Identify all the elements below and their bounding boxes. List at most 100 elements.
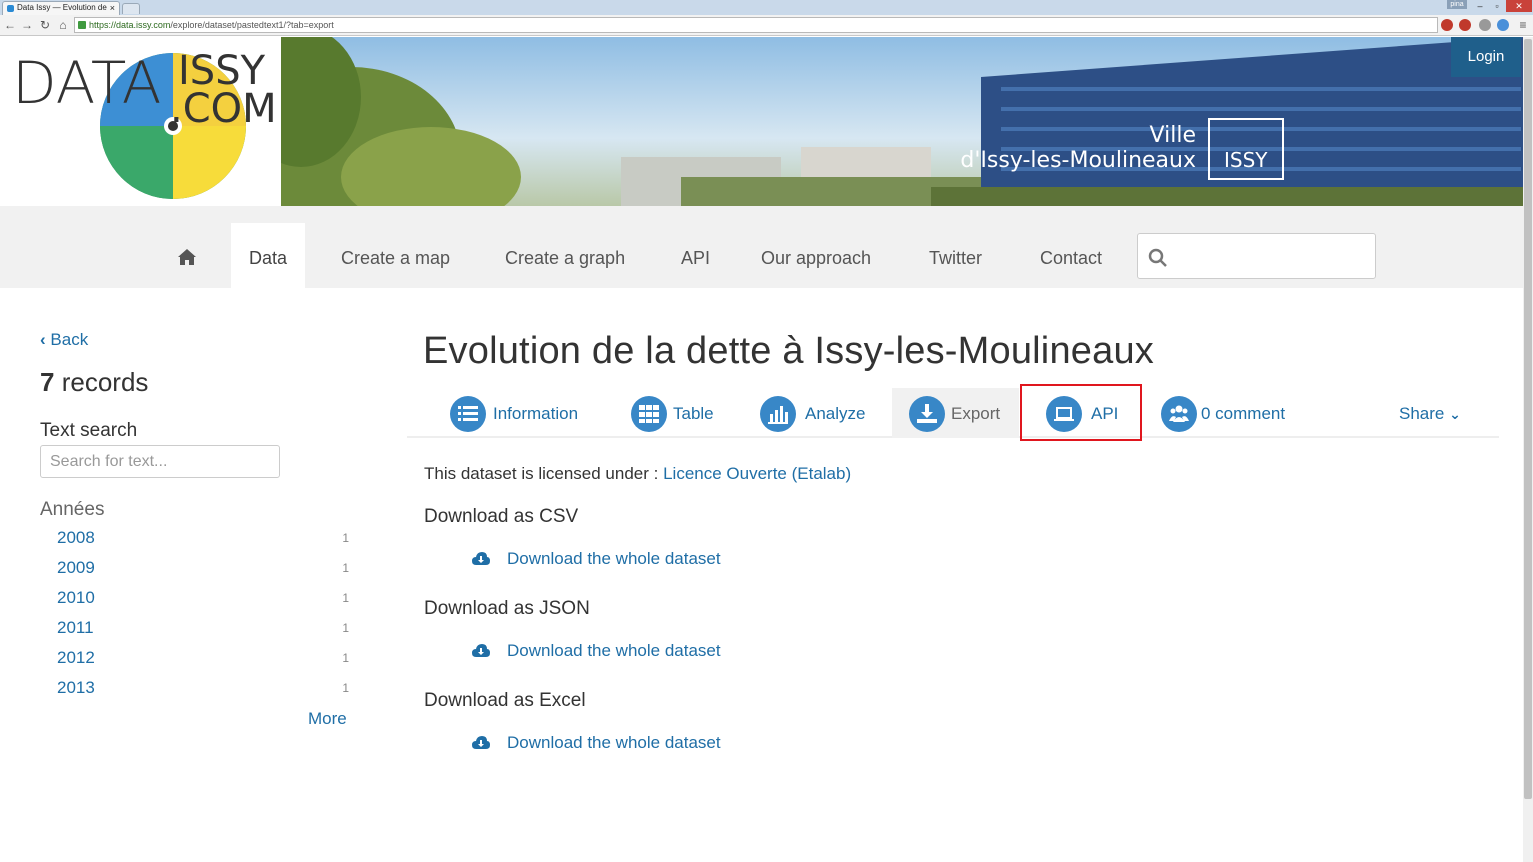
browser-toolbar: ← → ↻ ⌂ https://data.issy.com/explore/da… [0,15,1533,36]
facet-item[interactable]: 2009 1 [57,558,352,588]
main-navbar: Data Create a map Create a graph API Our… [0,206,1523,288]
share-dropdown[interactable]: Share ⌄ [1399,388,1474,438]
browser-tabstrip: Data Issy — Evolution de × pina – ▫ ✕ [0,0,1533,15]
site-search-input[interactable] [1137,233,1376,279]
records-label: records [61,367,149,397]
nav-twitter[interactable]: Twitter [929,223,982,288]
login-button[interactable]: Login [1451,37,1521,77]
facet-label: 2012 [57,648,95,667]
close-tab-icon[interactable]: × [110,2,115,14]
lock-icon [78,21,86,29]
reload-icon[interactable]: ↻ [38,18,52,32]
facet-item[interactable]: 2011 1 [57,618,352,648]
facet-count: 1 [342,681,349,695]
page-scrollbar[interactable] [1523,37,1533,862]
adblock-extension-icon[interactable] [1459,19,1471,31]
forward-arrow-icon[interactable]: → [20,18,34,32]
list-icon [450,396,486,432]
favicon-icon [7,5,14,12]
banner-issy-mark: ISSY [1224,148,1268,172]
new-tab-button[interactable] [122,3,140,14]
jb-extension-icon[interactable] [1497,19,1509,31]
search-icon [1148,248,1167,267]
menu-icon[interactable]: ≡ [1516,18,1530,32]
facet-item[interactable]: 2010 1 [57,588,352,618]
browser-home-icon[interactable]: ⌂ [56,18,70,32]
data-issy-logo-icon: DATA ISSY .COM [12,48,277,199]
chevron-down-icon: ⌄ [1449,406,1461,422]
facet-more-link[interactable]: More [308,709,347,729]
tab-table[interactable]: Table [631,388,741,438]
download-excel-label: Download the whole dataset [507,733,721,752]
text-search-label: Text search [40,420,138,441]
city-banner-illustration: Ville d'Issy-les-Moulineaux ISSY [281,37,1523,206]
logo-text-data: DATA [12,49,161,117]
facet-label: 2008 [57,528,95,547]
download-excel-title: Download as Excel [424,690,586,711]
back-arrow-icon[interactable]: ← [3,18,17,32]
minimize-icon[interactable]: – [1472,0,1488,12]
facet-title-annees: Années [40,499,105,520]
header-banner: Ville d'Issy-les-Moulineaux ISSY [281,37,1523,206]
records-number: 7 [40,367,55,397]
back-link[interactable]: ‹ Back [40,330,88,350]
browser-tab[interactable]: Data Issy — Evolution de × [2,1,120,15]
window-close-icon[interactable]: ✕ [1506,0,1532,12]
nav-create-map[interactable]: Create a map [341,223,450,288]
nav-our-approach[interactable]: Our approach [761,223,871,288]
tab-export-label: Export [951,404,1001,423]
facet-count: 1 [342,651,349,665]
download-csv-label: Download the whole dataset [507,549,721,568]
opera-extension-icon[interactable] [1441,19,1453,31]
facet-item[interactable]: 2013 1 [57,678,352,708]
banner-city-text: d'Issy-les-Moulineaux [960,148,1196,173]
nav-data[interactable]: Data [231,223,306,288]
download-json-title: Download as JSON [424,598,590,619]
records-count: 7 records [40,367,148,398]
banner-ville-text: Ville [1150,123,1196,148]
tab-export[interactable]: Export [892,388,1019,438]
profile-badge[interactable]: pina [1447,0,1467,9]
nav-api[interactable]: API [681,223,710,288]
tab-analyze-label: Analyze [805,404,866,423]
tab-comments-label: 0 comment [1201,404,1286,423]
download-csv-title: Download as CSV [424,506,579,527]
facet-count: 1 [342,621,349,635]
page-title: Evolution de la dette à Issy-les-Mouline… [423,330,1154,372]
facet-item[interactable]: 2008 1 [57,528,352,558]
cloud-download-icon [472,644,490,657]
back-label: Back [50,330,89,349]
download-json-label: Download the whole dataset [507,641,721,660]
nav-contact[interactable]: Contact [1040,223,1102,288]
tab-comments[interactable]: 0 comment [1161,388,1311,438]
share-label: Share [1399,404,1445,423]
facet-count: 1 [342,561,349,575]
facet-count: 1 [342,591,349,605]
chart-icon [760,396,796,432]
cloud-download-icon [472,736,490,749]
facet-item[interactable]: 2012 1 [57,648,352,678]
license-link[interactable]: Licence Ouverte (Etalab) [663,464,851,483]
tab-table-label: Table [673,404,714,423]
api-tab-highlight [1020,384,1142,441]
browser-tab-title: Data Issy — Evolution de [17,3,107,12]
url-path: /explore/dataset/pastedtext1/?tab=export [170,20,334,30]
dataset-tabs: Information Table Analyze Export API 0 c… [407,388,1499,438]
users-icon [1161,396,1197,432]
facet-label: 2011 [57,618,94,637]
address-bar[interactable]: https://data.issy.com/explore/dataset/pa… [74,17,1438,33]
grid-icon [631,396,667,432]
facet-count: 1 [342,531,349,545]
home-icon[interactable] [177,248,197,266]
nav-create-graph[interactable]: Create a graph [505,223,625,288]
text-search-input[interactable] [40,445,280,478]
cloud-download-icon [472,552,490,565]
site-logo[interactable]: DATA ISSY .COM [0,37,281,206]
tab-information[interactable]: Information [450,388,630,438]
license-text: This dataset is licensed under : [424,464,659,483]
facet-label: 2009 [57,558,95,577]
maximize-icon[interactable]: ▫ [1489,0,1505,12]
scrollbar-thumb[interactable] [1524,39,1532,799]
extension-icon[interactable] [1479,19,1491,31]
tab-analyze[interactable]: Analyze [760,388,890,438]
